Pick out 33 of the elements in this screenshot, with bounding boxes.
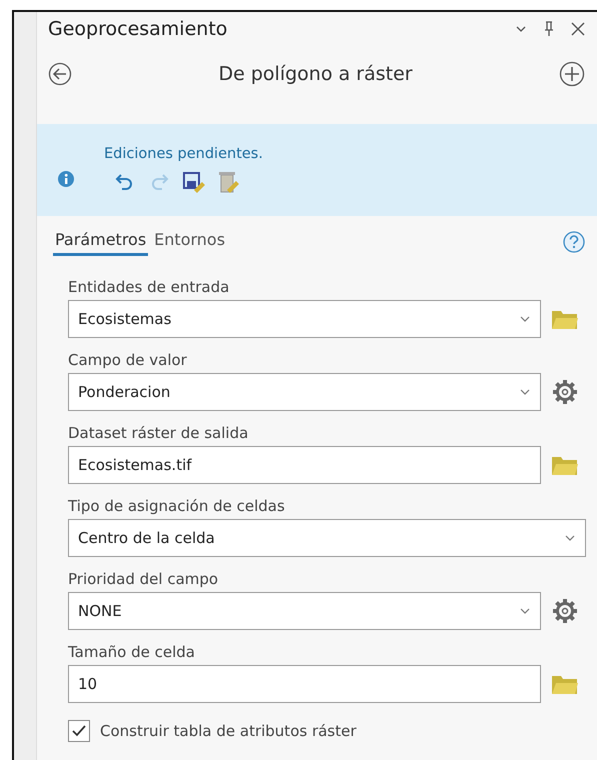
add-icon[interactable] (559, 61, 585, 87)
input-field[interactable]: Ecosistemas.tif (68, 446, 541, 484)
dropdown-field[interactable]: Ponderacion (68, 373, 541, 411)
parameter-label: Campo de valor (68, 351, 188, 369)
pane-title: Geoprocesamiento (48, 18, 228, 40)
input-field[interactable]: 10 (68, 665, 541, 703)
pin-icon[interactable] (543, 21, 555, 37)
dropdown-field[interactable]: Centro de la celda (68, 519, 586, 557)
close-icon[interactable] (571, 22, 585, 36)
gear-icon[interactable] (551, 597, 579, 625)
help-icon[interactable] (563, 231, 585, 253)
chevron-down-icon[interactable] (515, 25, 527, 33)
parameter-label: Entidades de entrada (68, 278, 230, 296)
checkbox[interactable] (68, 720, 90, 742)
tab[interactable]: Entornos (152, 228, 228, 256)
parameter-label: Dataset ráster de salida (68, 424, 250, 442)
checkmark-icon (72, 725, 86, 737)
tab[interactable]: Parámetros (53, 228, 148, 256)
dropdown-field[interactable]: Ecosistemas (68, 300, 541, 338)
info-icon (58, 171, 74, 187)
dropdown-field[interactable]: NONE (68, 592, 541, 630)
caret-icon (565, 535, 575, 541)
caret-icon (520, 316, 530, 322)
tool-title: De polígono a ráster (218, 63, 414, 85)
caret-icon (520, 389, 530, 395)
save-edits-icon[interactable] (182, 171, 206, 193)
parameter-label: Tamaño de celda (68, 643, 196, 661)
banner-message: Ediciones pendientes. (104, 146, 263, 162)
gear-icon[interactable] (551, 378, 579, 406)
caret-icon (520, 608, 530, 614)
checkbox-label: Construir tabla de atributos ráster (100, 722, 356, 740)
parameter-label: Prioridad del campo (68, 570, 220, 588)
parameter-label: Tipo de asignación de celdas (68, 497, 286, 515)
